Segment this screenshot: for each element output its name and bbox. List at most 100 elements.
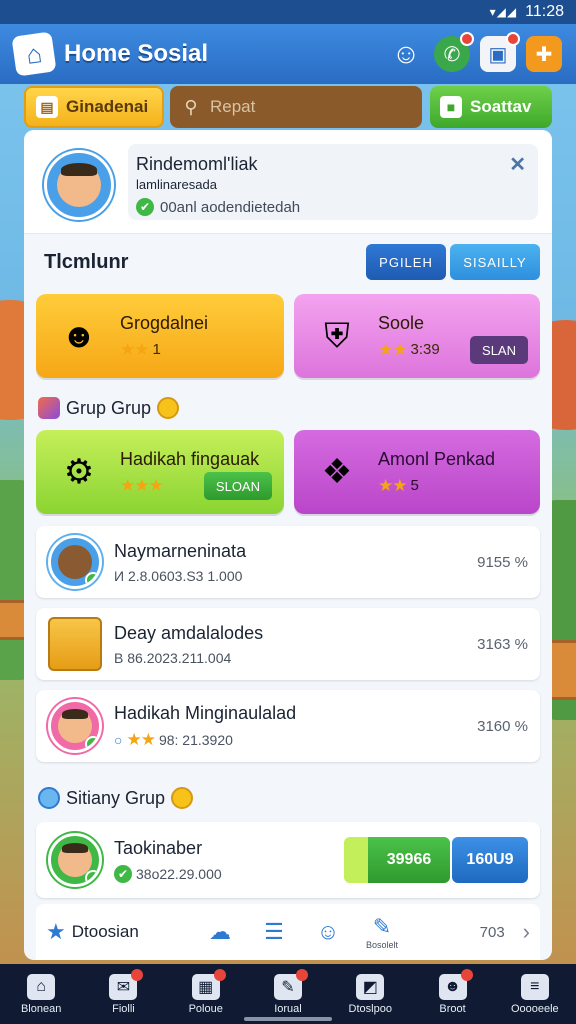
profile-card[interactable]: Rindemoml'liak lamlinaresada ✔ 00anl aod…	[24, 130, 552, 234]
action-buttons: 39966 160U9	[344, 837, 528, 883]
folder-icon: ▤	[36, 96, 58, 118]
notification-badge	[295, 968, 308, 981]
list-item[interactable]: Hadikah Minginaulalad ○ ★★ 98: 21.3920 3…	[36, 690, 540, 762]
profile-info: Rindemoml'liak lamlinaresada ✔ 00anl aod…	[128, 144, 538, 220]
quick-actions-bar: ★ Dtoosian ☁ ☰ ☺ ✎ Bosolelt 703 ›	[36, 904, 540, 960]
claim-button[interactable]: 39966	[344, 837, 450, 883]
bag-icon: ■	[440, 96, 462, 118]
avatar-hair	[61, 162, 97, 177]
coin-icon	[157, 397, 180, 419]
list-item[interactable]: Taokinaber ✔ 38o22.29.000 39966 160U9	[36, 822, 540, 898]
badge-icon[interactable]: ✎ Bosolelt	[364, 914, 400, 950]
tab-label: Ginadenai	[66, 97, 149, 116]
scan-button[interactable]: SLAN	[470, 336, 528, 364]
list-item-title: Taokinaber	[114, 837, 203, 858]
item-count: 703	[479, 923, 505, 941]
game-card[interactable]: ❖ Amonl Penkad ★★ 5	[294, 430, 540, 514]
ticket-icon[interactable]: ▣	[480, 32, 520, 72]
nav-broot[interactable]: ☻ Broot	[417, 968, 489, 1015]
buy-button[interactable]: 160U9	[452, 837, 528, 883]
star-rating: ★★	[120, 339, 150, 359]
chevron-right-icon[interactable]: ›	[523, 919, 530, 945]
shield-icon: ⛨	[324, 316, 350, 355]
game-card[interactable]: ☻ Grogdalnei ★★ 1	[36, 294, 284, 378]
list-item-value: 3163 %	[477, 635, 528, 653]
profile-status-text: 00anl aodendietedah	[160, 198, 301, 216]
list-item-title: Naymarneninata	[114, 540, 247, 561]
notification-badge	[213, 968, 226, 981]
tab-bar: ▤ Ginadenai ⚲ Repat ■ Soattav	[24, 86, 552, 128]
cloud-icon[interactable]: ☁	[202, 919, 238, 945]
verified-icon	[85, 572, 99, 586]
list-item-subtitle: B 86.2023.211.004	[114, 649, 232, 666]
group-title: Grup Grup	[66, 397, 152, 418]
list-item-subtitle-text: 98: 21.3920	[158, 731, 233, 748]
game-card-title: Soole	[378, 312, 425, 333]
star-rating: ★★	[126, 729, 156, 749]
list-item-body: Naymarneninata И 2.8.0603.S3 1.000	[114, 541, 465, 584]
list-item-value: 9155 %	[477, 553, 528, 571]
avatar	[48, 535, 102, 589]
coin-icon	[171, 787, 194, 809]
list-item[interactable]: Naymarneninata И 2.8.0603.S3 1.000 9155 …	[36, 526, 540, 598]
app-title: Home Sosial	[64, 40, 209, 67]
filter-button-left[interactable]: PGILEH	[366, 244, 446, 280]
nav-ooooeele[interactable]: ≡ Ooooeele	[499, 973, 571, 1015]
notification-badge	[460, 968, 473, 981]
nav-poloue[interactable]: ▦ Poloue	[170, 968, 242, 1015]
home-indicator[interactable]	[244, 1017, 332, 1021]
nav-dtoslpoo[interactable]: ◩ Dtoslpoo	[334, 973, 406, 1015]
game-card-count: 3:39	[410, 341, 440, 358]
emoji-icon[interactable]: ☺	[310, 919, 346, 945]
notification-badge	[131, 968, 144, 981]
treasure-icon: ❖	[321, 453, 353, 491]
profile-name: Rindemoml'liak	[136, 154, 258, 174]
menu-icon[interactable]: ☰	[256, 919, 292, 945]
avatar-hair	[61, 843, 89, 854]
chat-icon[interactable]: ✆	[434, 32, 474, 72]
signal-icon: ▾◢◢	[489, 5, 518, 19]
game-card-title: Grogdalnei	[120, 312, 209, 333]
nav-label: Broot	[439, 1002, 466, 1015]
home-logo-icon[interactable]: ⌂	[11, 31, 57, 77]
character-icon[interactable]: ☺	[388, 36, 424, 72]
verified-icon	[85, 870, 99, 884]
quick-actions-label[interactable]: ★ Dtoosian	[46, 919, 184, 945]
nav-home[interactable]: ⌂ Blonean	[5, 973, 77, 1015]
game-card-body: Grogdalnei ★★ 1	[120, 313, 208, 360]
game-card-body: Soole ★★ 3:39	[378, 313, 440, 360]
list-item-value: 3160 %	[477, 717, 528, 735]
list-item-body: Hadikah Minginaulalad ○ ★★ 98: 21.3920	[114, 703, 465, 750]
tab-soattav[interactable]: ■ Soattav	[430, 86, 552, 128]
game-card[interactable]: ⚙ Hadikah fingauak ★★★ SLOAN	[36, 430, 284, 514]
section-header: Tlcmlunr PGILEH SISAILLY	[44, 242, 540, 282]
quick-actions-title: Dtoosian	[71, 922, 139, 941]
search-field[interactable]: ⚲ Repat	[170, 86, 422, 128]
filter-button-right[interactable]: SISAILLY	[450, 244, 540, 280]
game-card[interactable]: ⛨ Soole ★★ 3:39 SLAN	[294, 294, 540, 378]
avatar[interactable]	[44, 150, 114, 220]
badge-caption: Bosolelt	[365, 940, 399, 950]
game-card-body: Amonl Penkad ★★ 5	[378, 449, 495, 496]
star-rating: ★★★	[120, 475, 164, 495]
game-card-meta: ★★ 1	[120, 340, 208, 360]
puzzle-icon[interactable]: ✚	[526, 36, 562, 72]
home-icon: ⌂	[27, 973, 56, 1000]
game-card-title: Amonl Penkad	[378, 448, 496, 469]
nav-label: Dtoslpoo	[348, 1002, 392, 1015]
main-panel: Rindemoml'liak lamlinaresada ✔ 00anl aod…	[24, 130, 552, 960]
avatar-hair	[61, 709, 89, 720]
profile-subtitle: lamlinaresada	[136, 177, 217, 192]
nav-iorual[interactable]: ✎ Iorual	[252, 968, 324, 1015]
nav-fiolli[interactable]: ✉ Fiolli	[87, 968, 159, 1015]
item-box-icon	[48, 617, 102, 671]
list-item-title: Hadikah Minginaulalad	[114, 702, 297, 723]
list-item[interactable]: Deay amdalalodes B 86.2023.211.004 3163 …	[36, 608, 540, 680]
scan-button[interactable]: SLOAN	[203, 472, 272, 500]
tab-ginadenai[interactable]: ▤ Ginadenai	[24, 86, 164, 128]
tab-label: Soattav	[470, 97, 532, 116]
list-item-title: Deay amdalalodes	[114, 622, 264, 643]
list-item-subtitle: ○ ★★ 98: 21.3920	[114, 730, 465, 750]
close-icon[interactable]: ✕	[509, 152, 526, 177]
game-card-meta: ★★ 5	[378, 476, 495, 496]
